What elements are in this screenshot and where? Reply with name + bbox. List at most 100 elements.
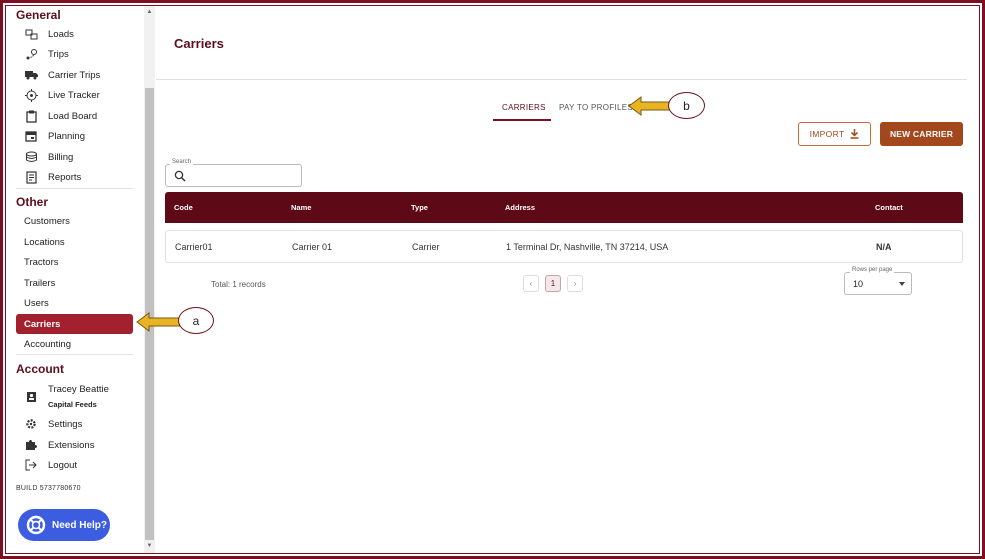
sidebar-item-profile[interactable]: Tracey Beattie Capital Feeds [20, 382, 132, 412]
sidebar-item-load-board[interactable]: Load Board [20, 107, 132, 125]
column-header-name[interactable]: Name [291, 203, 311, 212]
sidebar-item-extensions[interactable]: Extensions [20, 436, 132, 454]
sidebar-item-label: Load Board [48, 110, 98, 122]
sidebar-item-label: Users [24, 297, 49, 309]
need-help-label: Need Help? [52, 519, 108, 531]
table-row[interactable]: Carrier01 Carrier 01 Carrier 1 Terminal … [165, 230, 963, 263]
sidebar-item-carrier-trips[interactable]: Carrier Trips [20, 66, 132, 84]
sidebar-item-label: Locations [24, 236, 65, 248]
boxes-icon [24, 27, 38, 41]
total-records: Total: 1 records [211, 280, 266, 289]
table-header: Code Name Type Address Contact [165, 192, 963, 223]
sidebar-item-label: Accounting [24, 338, 72, 350]
new-carrier-button[interactable]: NEW CARRIER [880, 122, 963, 146]
sidebar-item-label: Carrier Trips [48, 69, 101, 81]
prev-page-button[interactable]: ‹ [523, 275, 539, 292]
page-title: Carriers [174, 36, 224, 51]
tab-pay-to-profiles[interactable]: PAY TO PROFILES [559, 103, 633, 112]
column-header-code[interactable]: Code [174, 203, 193, 212]
sidebar-item-customers[interactable]: Customers [20, 212, 132, 230]
cell-address: 1 Terminal Dr, Nashville, TN 37214, USA [506, 242, 669, 252]
sidebar-item-label: Reports [48, 171, 82, 183]
sidebar-item-label: Carriers [24, 318, 61, 330]
callout-arrow-a-icon [136, 312, 181, 332]
scroll-up-arrow-icon[interactable]: ▲ [146, 9, 153, 16]
logout-icon [24, 458, 38, 472]
sidebar-item-billing[interactable]: Billing [20, 148, 132, 166]
import-button[interactable]: IMPORT [798, 122, 871, 146]
cell-contact: N/A [876, 242, 892, 252]
sidebar-divider [16, 354, 133, 355]
column-header-contact[interactable]: Contact [875, 203, 903, 212]
sidebar-item-live-tracker[interactable]: Live Tracker [20, 86, 132, 104]
sidebar-item-reports[interactable]: Reports [20, 168, 132, 186]
rows-per-page-label: Rows per page [850, 267, 895, 273]
scroll-down-arrow-icon[interactable]: ▼ [146, 543, 153, 550]
user-name: Tracey Beattie [48, 384, 109, 395]
user-company: Capital Feeds [48, 400, 97, 409]
section-title-general: General [16, 8, 61, 22]
sidebar-item-trips[interactable]: Trips [20, 45, 132, 63]
gear-icon [24, 417, 38, 431]
search-input[interactable] [190, 168, 298, 183]
download-icon [850, 129, 859, 139]
page-button-current[interactable]: 1 [545, 275, 561, 292]
document-icon [24, 170, 38, 184]
sidebar-item-label: Extensions [48, 439, 95, 451]
callout-arrow-b-icon [628, 96, 673, 116]
section-title-account: Account [16, 362, 64, 376]
sidebar-item-label: Loads [48, 28, 74, 40]
callout-b: b [668, 92, 705, 119]
active-tab-indicator [493, 119, 551, 121]
sidebar-item-label: Settings [48, 418, 83, 430]
id-card-icon [24, 390, 38, 404]
sidebar-item-trailers[interactable]: Trailers [20, 274, 132, 292]
sidebar-item-label: Trips [48, 48, 69, 60]
sidebar-item-label: Customers [24, 215, 70, 227]
clipboard-icon [24, 109, 38, 123]
lifebuoy-icon [26, 515, 46, 535]
search-icon [174, 169, 186, 182]
calendar-icon [24, 129, 38, 143]
cell-name: Carrier 01 [292, 242, 333, 252]
puzzle-icon [24, 438, 38, 452]
callout-a: a [178, 307, 214, 334]
sidebar-item-loads[interactable]: Loads [20, 25, 132, 43]
column-header-type[interactable]: Type [411, 203, 428, 212]
sidebar-item-label: Live Tracker [48, 89, 100, 101]
sidebar-item-accounting[interactable]: Accounting [20, 335, 132, 353]
sidebar-item-planning[interactable]: Planning [20, 127, 132, 145]
sidebar-divider [16, 188, 133, 189]
sidebar: General Loads Trips Carrier Trips Live T… [6, 6, 144, 553]
sidebar-item-tractors[interactable]: Tractors [20, 253, 132, 271]
search-label: Search [170, 159, 194, 165]
next-page-button[interactable]: › [567, 275, 583, 292]
app-window: General Loads Trips Carrier Trips Live T… [5, 5, 980, 554]
section-title-other: Other [16, 195, 49, 209]
caret-down-icon [899, 282, 905, 286]
sidebar-item-label: Planning [48, 130, 85, 142]
sidebar-item-label: Logout [48, 459, 78, 471]
sidebar-item-users[interactable]: Users [20, 294, 132, 312]
sidebar-item-carriers[interactable]: Carriers [16, 314, 133, 334]
chevron-left-icon: ‹ [529, 279, 533, 288]
sidebar-item-label: Billing [48, 151, 74, 163]
tab-carriers[interactable]: CARRIERS [502, 103, 546, 112]
crosshair-icon [24, 88, 38, 102]
sidebar-item-settings[interactable]: Settings [20, 415, 132, 433]
need-help-button[interactable]: Need Help? [18, 509, 110, 541]
build-number: BUILD 5737780670 [16, 485, 81, 492]
sidebar-item-label: Tractors [24, 256, 59, 268]
truck-icon [24, 68, 38, 82]
header-divider [156, 79, 967, 80]
column-header-address[interactable]: Address [505, 203, 535, 212]
profile-text: Tracey Beattie Capital Feeds [48, 382, 109, 412]
sidebar-item-logout[interactable]: Logout [20, 456, 132, 474]
coins-icon [24, 150, 38, 164]
cell-code: Carrier01 [175, 242, 213, 252]
import-label: IMPORT [809, 129, 845, 139]
cell-type: Carrier [412, 242, 440, 252]
sidebar-scrollbar[interactable]: ▲ ▼ [144, 6, 155, 553]
route-icon [24, 47, 38, 61]
sidebar-item-locations[interactable]: Locations [20, 233, 132, 251]
